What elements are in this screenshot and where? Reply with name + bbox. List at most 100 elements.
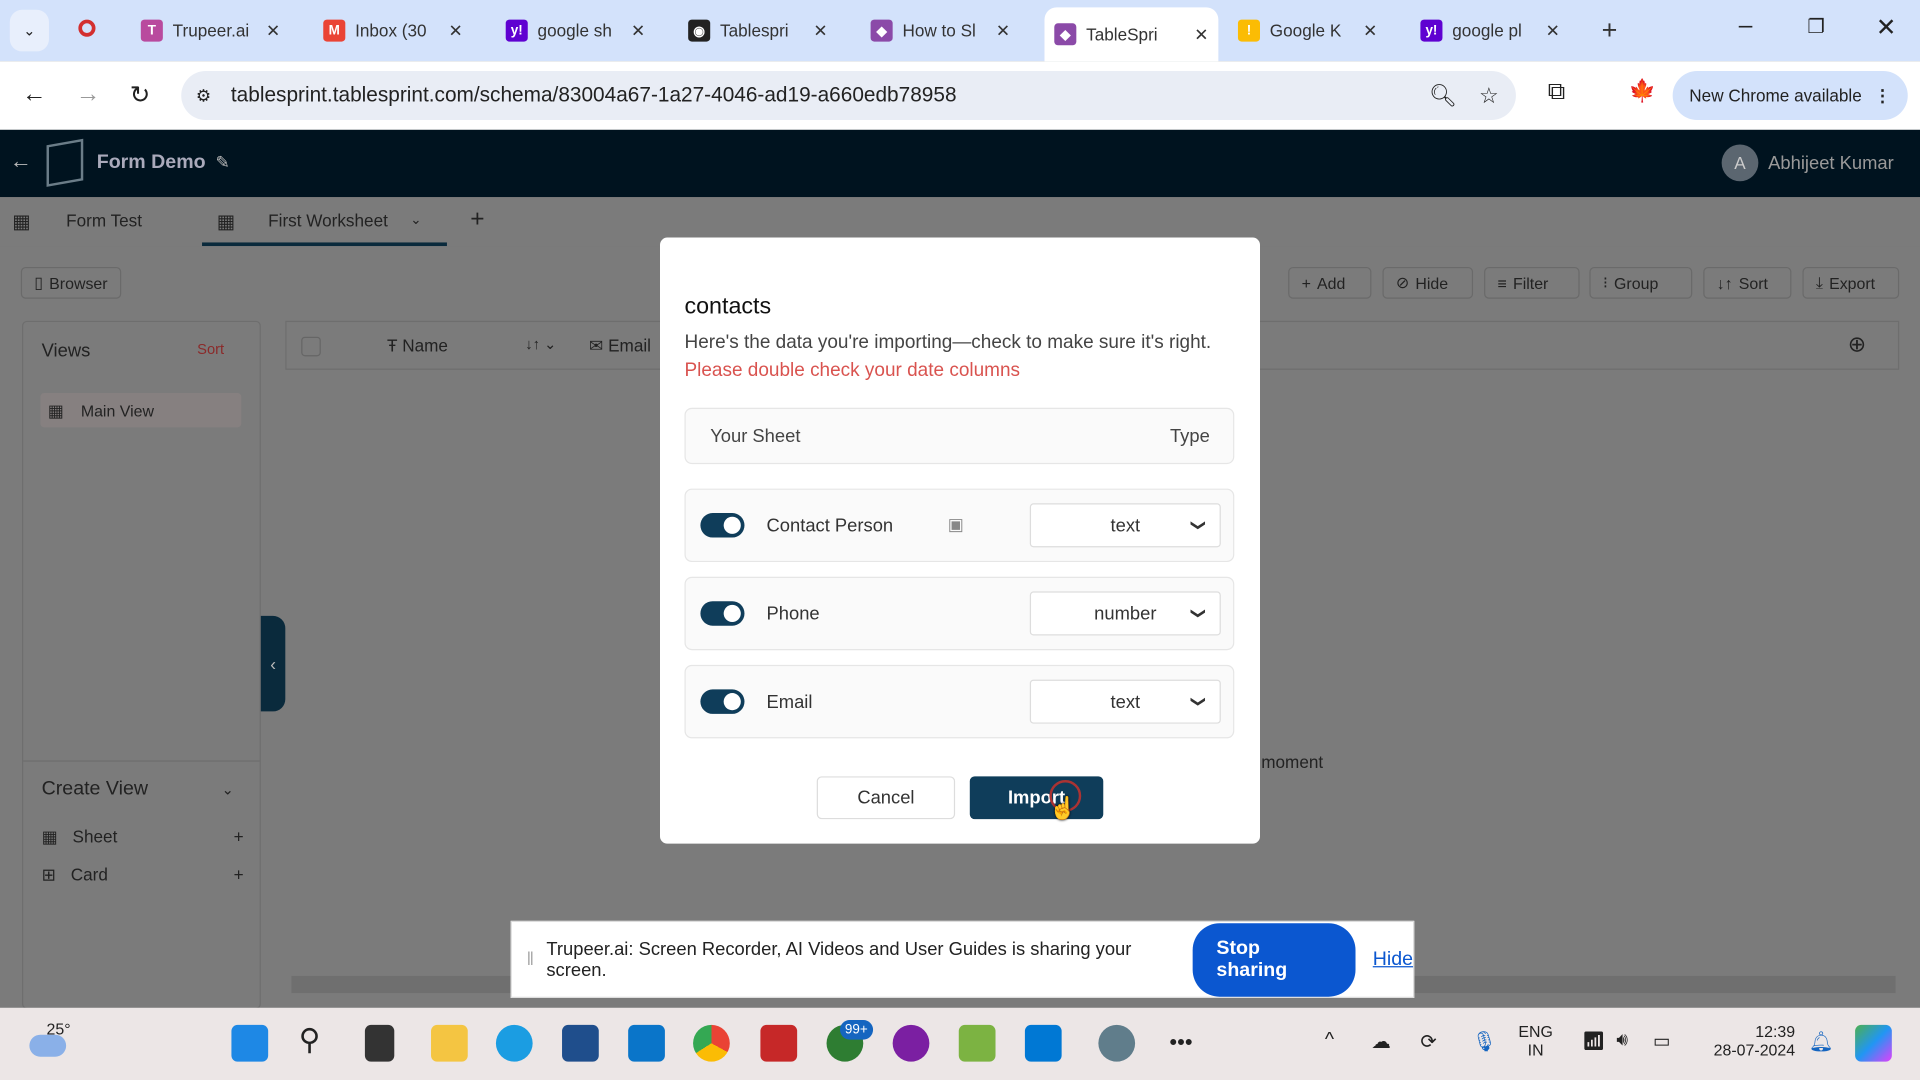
- export-button[interactable]: ⤓ Export: [1802, 266, 1900, 299]
- minimize-button[interactable]: –: [1739, 12, 1753, 40]
- type-select[interactable]: number ❯: [1029, 591, 1221, 636]
- chrome-icon[interactable]: [693, 1024, 730, 1062]
- back-arrow-icon[interactable]: ←: [10, 148, 32, 174]
- browser-tab[interactable]: ◆ How to Sl ✕: [861, 10, 1020, 52]
- search-icon[interactable]: ⚲: [299, 1022, 336, 1059]
- plus-icon[interactable]: +: [234, 827, 244, 847]
- chevron-down-icon[interactable]: ⌄: [410, 212, 421, 228]
- edit-pencil-icon[interactable]: ✎: [216, 152, 230, 173]
- collapse-sidebar-button[interactable]: ‹: [260, 615, 286, 712]
- back-button[interactable]: ←: [22, 81, 46, 109]
- add-column-icon[interactable]: ⊕: [1848, 332, 1866, 358]
- drag-handle-icon[interactable]: ‖: [527, 949, 535, 970]
- extension-leaf-icon[interactable]: 🍁: [1629, 78, 1656, 104]
- volume-icon[interactable]: 🔊︎: [1616, 1030, 1628, 1051]
- language-indicator[interactable]: ENG IN: [1518, 1022, 1552, 1059]
- import-button[interactable]: Import: [969, 776, 1104, 820]
- file-explorer-icon[interactable]: [431, 1024, 468, 1062]
- clock[interactable]: 12:39 28-07-2024: [1702, 1022, 1795, 1059]
- close-window-button[interactable]: ✕: [1876, 12, 1897, 43]
- browser-tab[interactable]: ◆ TableSpri ✕: [1044, 7, 1219, 62]
- settings-icon[interactable]: [1098, 1024, 1136, 1062]
- task-view-icon[interactable]: [364, 1024, 395, 1062]
- column-name: Email: [766, 691, 813, 713]
- column-name[interactable]: Ŧ Name: [387, 336, 448, 356]
- forward-button[interactable]: →: [76, 81, 100, 109]
- outlook-icon[interactable]: [1024, 1024, 1062, 1062]
- add-button[interactable]: + Add: [1288, 266, 1372, 299]
- new-chrome-button[interactable]: New Chrome available ⋮: [1672, 71, 1908, 121]
- plus-icon[interactable]: +: [234, 864, 244, 884]
- browser-button[interactable]: ▯ Browser: [20, 266, 122, 299]
- notification-bell-icon[interactable]: 🔔︎: [1809, 1030, 1834, 1054]
- mcafee-icon[interactable]: [760, 1024, 798, 1062]
- close-tab-icon[interactable]: ✕: [266, 20, 280, 41]
- restore-button[interactable]: ❐: [1807, 15, 1825, 39]
- close-tab-icon[interactable]: ✕: [1546, 20, 1560, 41]
- avatar[interactable]: A: [1721, 144, 1759, 182]
- chevron-down-icon[interactable]: ⌄: [222, 781, 234, 798]
- sort-icon[interactable]: ↓↑ ⌄: [525, 336, 556, 353]
- include-column-toggle[interactable]: [700, 513, 745, 538]
- copilot-icon[interactable]: [1855, 1024, 1892, 1062]
- tab-first-worksheet[interactable]: ▦ First Worksheet ⌄: [202, 197, 447, 247]
- microphone-icon[interactable]: 🎙︎: [1472, 1030, 1497, 1054]
- create-card-item[interactable]: ⊞ Card +: [42, 864, 244, 885]
- group-button[interactable]: ⁝ Group: [1589, 266, 1693, 299]
- sync-icon[interactable]: ⟳: [1420, 1030, 1436, 1054]
- close-tab-icon[interactable]: ✕: [1194, 24, 1208, 45]
- onedrive-icon[interactable]: ☁: [1371, 1030, 1391, 1054]
- close-tab-icon[interactable]: ✕: [996, 20, 1010, 41]
- sort-button[interactable]: ↓↑ Sort: [1703, 266, 1792, 299]
- tab-label: First Worksheet: [268, 210, 388, 231]
- views-sort-button[interactable]: Sort: [197, 340, 224, 357]
- cancel-button[interactable]: Cancel: [816, 776, 956, 820]
- start-icon[interactable]: [231, 1024, 269, 1062]
- create-sheet-item[interactable]: ▦ Sheet +: [42, 827, 244, 848]
- dell-icon[interactable]: [628, 1024, 665, 1062]
- include-column-toggle[interactable]: [700, 689, 745, 714]
- browser-tab[interactable]: y! google pl ✕: [1411, 10, 1570, 52]
- main-view-label: Main View: [80, 401, 154, 421]
- github-icon[interactable]: [892, 1024, 930, 1062]
- close-tab-icon[interactable]: ✕: [631, 20, 645, 41]
- url-bar[interactable]: ⚙ tablesprint.tablesprint.com/schema/830…: [181, 71, 1516, 121]
- close-tab-icon[interactable]: ✕: [813, 20, 827, 41]
- hide-share-bar-link[interactable]: Hide: [1373, 948, 1413, 970]
- address-bar-row: ← → ↻ ⚙ tablesprint.tablesprint.com/sche…: [0, 61, 1920, 132]
- close-tab-icon[interactable]: ✕: [448, 20, 462, 41]
- add-sheet-button[interactable]: +: [470, 206, 484, 234]
- hide-button[interactable]: ⊘ Hide: [1382, 266, 1474, 299]
- extensions-icon[interactable]: ⧉: [1548, 78, 1565, 106]
- column-email[interactable]: ✉ Email: [589, 336, 651, 357]
- type-select[interactable]: text ❯: [1029, 679, 1221, 724]
- type-select[interactable]: text ❯: [1029, 503, 1221, 548]
- reload-button[interactable]: ↻: [130, 80, 151, 111]
- bookmark-star-icon[interactable]: ☆: [1479, 83, 1499, 109]
- tab-favicon-icon: T: [140, 19, 163, 42]
- browser-tab[interactable]: ◉ Tablespri ✕: [678, 10, 837, 52]
- select-all-checkbox[interactable]: [301, 336, 321, 357]
- zoom-icon[interactable]: 🔍︎: [1429, 83, 1457, 109]
- sheet-label: Sheet: [72, 826, 118, 847]
- browser-tab[interactable]: y! google sh ✕: [496, 10, 655, 52]
- main-view-item[interactable]: ▦ Main View: [40, 393, 242, 428]
- wifi-icon[interactable]: 📶︎: [1582, 1030, 1605, 1052]
- edge-icon[interactable]: [495, 1024, 533, 1062]
- close-tab-icon[interactable]: ✕: [1363, 20, 1377, 41]
- tab-search-button[interactable]: ⌄: [9, 9, 49, 52]
- browser-tab[interactable]: ! Google K ✕: [1228, 10, 1387, 52]
- notepad-icon[interactable]: [958, 1024, 996, 1062]
- stop-sharing-button[interactable]: Stop sharing: [1193, 922, 1356, 997]
- battery-icon[interactable]: ▭: [1653, 1030, 1670, 1052]
- more-apps-icon[interactable]: •••: [1169, 1030, 1192, 1056]
- tab-form-test[interactable]: Form Test: [66, 211, 142, 231]
- store-icon[interactable]: [562, 1024, 599, 1062]
- browser-tab[interactable]: T Trupeer.ai ✕: [131, 10, 290, 52]
- show-hidden-icons[interactable]: ^: [1325, 1030, 1334, 1052]
- filter-button[interactable]: ≡ Filter: [1484, 266, 1580, 299]
- browser-tab[interactable]: M Inbox (30 ✕: [313, 10, 472, 52]
- new-tab-button[interactable]: +: [1602, 15, 1618, 47]
- site-info-icon[interactable]: ⚙: [196, 85, 211, 106]
- include-column-toggle[interactable]: [700, 601, 745, 626]
